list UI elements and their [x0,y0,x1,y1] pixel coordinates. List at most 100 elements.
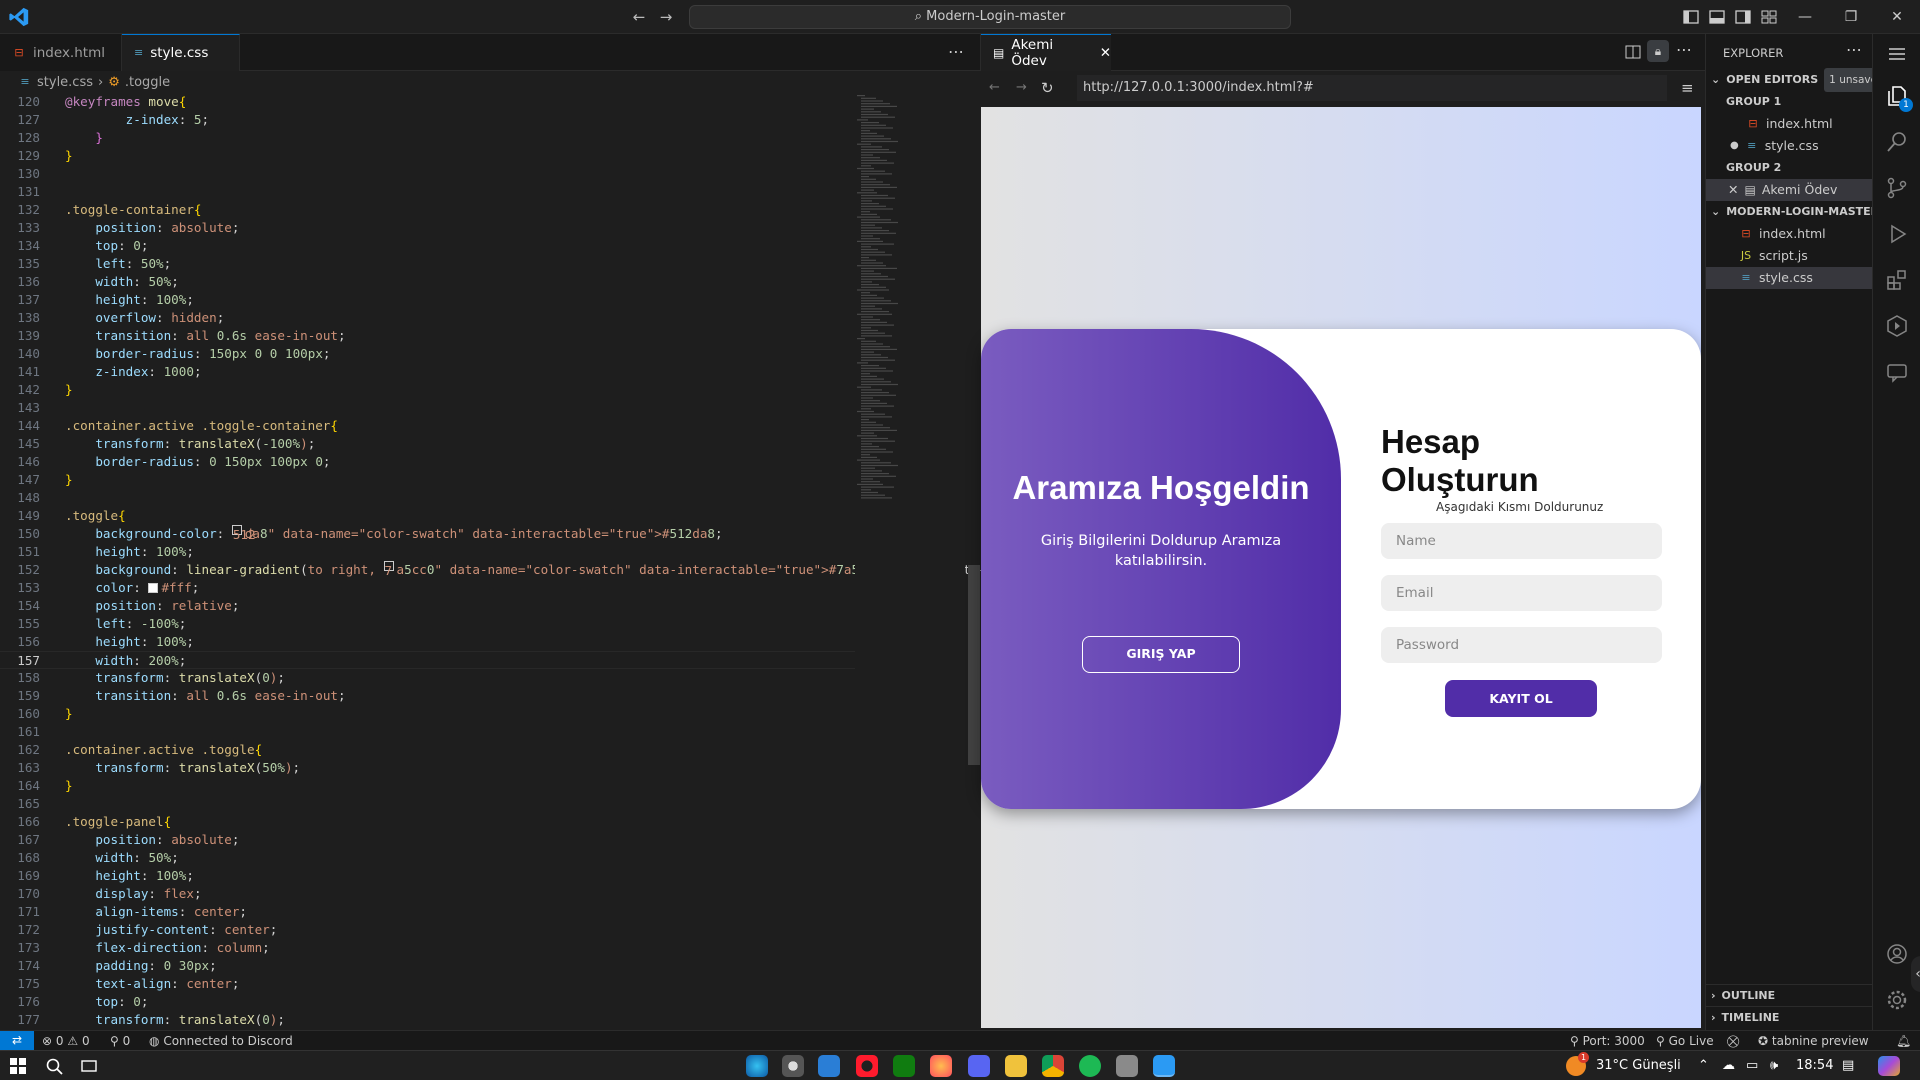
network-icon[interactable]: ▭ [1746,1051,1758,1080]
code-line[interactable]: 140 border-radius: 150px 0 0 100px; [0,345,855,363]
code-line[interactable]: 155 left: -100%; [0,615,855,633]
toggle-secondary-sidebar-icon[interactable] [1734,8,1752,26]
clock[interactable]: 18:54 [1796,1051,1833,1080]
code-line[interactable]: 174 padding: 0 30px; [0,957,855,975]
discord-icon[interactable] [968,1055,990,1077]
code-line[interactable]: 144 .container.active .toggle-container{ [0,417,855,435]
open-editor-index-html[interactable]: ⊟ index.html [1706,113,1873,135]
login-button[interactable]: GIRIŞ YAP [1082,636,1240,673]
run-debug-icon[interactable] [1885,222,1909,246]
code-line[interactable]: 165 [0,795,855,813]
code-line[interactable]: 164} [0,777,855,795]
chrome-icon[interactable] [1042,1055,1064,1077]
minimize-button[interactable]: — [1782,0,1828,34]
code-line[interactable]: 154 position: relative; [0,597,855,615]
tab-index-html[interactable]: ⊟ index.html [0,34,122,71]
copilot-icon[interactable]: ⛒ [1727,1031,1739,1051]
code-line[interactable]: 149 .toggle{ [0,507,855,525]
chat-icon[interactable] [1885,360,1909,384]
command-center-search[interactable]: ⌕ Modern-Login-master [689,5,1291,29]
code-line[interactable]: 133 position: absolute; [0,219,855,237]
chevron-left-icon[interactable]: ‹ [1911,956,1920,992]
remote-indicator-icon[interactable]: ⇄ [0,1031,34,1051]
xbox-icon[interactable] [893,1055,915,1077]
more-actions-icon[interactable]: ⋯ [948,42,964,61]
port-status[interactable]: ⚲ Port: 3000 [1570,1031,1645,1051]
menu-icon[interactable]: ≡ [1681,79,1694,97]
close-tab-icon[interactable]: ✕ [1100,45,1111,61]
code-line[interactable]: 162 .container.active .toggle{ [0,741,855,759]
code-line[interactable]: 169 height: 100%; [0,867,855,885]
mail-icon[interactable] [818,1055,840,1077]
code-line[interactable]: 136 width: 50%; [0,273,855,291]
chevron-up-icon[interactable]: ⌃ [1698,1051,1709,1080]
code-line[interactable]: 139 transition: all 0.6s ease-in-out; [0,327,855,345]
go-live-button[interactable]: ⚲ Go Live [1656,1031,1714,1051]
code-line[interactable]: 146 border-radius: 0 150px 100px 0; [0,453,855,471]
back-arrow-icon[interactable]: ← [630,8,648,26]
more-actions-icon[interactable]: ⋯ [1676,40,1692,59]
tabnine-status[interactable]: ✪ tabnine preview [1758,1031,1869,1051]
extensions-icon[interactable] [1885,268,1909,292]
volume-icon[interactable]: 🕪︎ [1770,1051,1778,1080]
opera-icon[interactable] [856,1055,878,1077]
edge-icon[interactable] [746,1055,768,1077]
spotify-icon[interactable] [1079,1055,1101,1077]
copilot-taskbar-icon[interactable] [1878,1056,1900,1076]
code-line[interactable]: 157 width: 200%; [0,651,855,669]
code-line[interactable]: 148 [0,489,855,507]
code-line[interactable]: 173 flex-direction: column; [0,939,855,957]
signup-button[interactable]: KAYIT OL [1445,680,1597,717]
code-line[interactable]: 141 z-index: 1000; [0,363,855,381]
open-editor-style-css[interactable]: ● ≡ style.css [1706,135,1873,157]
minimap[interactable] [855,93,965,1031]
code-line[interactable]: 135 left: 50%; [0,255,855,273]
file-style-css[interactable]: ≡ style.css [1706,267,1873,289]
code-line[interactable]: 153 color: #fff; [0,579,855,597]
tab-style-css[interactable]: ≡ style.css [122,34,240,71]
close-window-button[interactable]: ✕ [1874,0,1920,34]
code-line[interactable]: 156 height: 100%; [0,633,855,651]
tab-akemi-odev[interactable]: ▤ Akemi Ödev ✕ [981,34,1111,71]
ports-indicator[interactable]: ⚲ 0 [110,1031,130,1051]
problems-indicator[interactable]: ⊗ 0 ⚠ 0 [42,1031,90,1051]
task-view-icon[interactable] [80,1057,98,1075]
toggle-panel-icon[interactable] [1708,8,1726,26]
reload-icon[interactable]: ↻ [1041,79,1054,97]
code-line[interactable]: 129} [0,147,855,165]
lock-icon[interactable]: 🔒︎ [1647,40,1669,62]
restore-button[interactable]: ❐ [1828,0,1874,34]
code-line[interactable]: 151 height: 100%; [0,543,855,561]
code-line[interactable]: 171 align-items: center; [0,903,855,921]
group-2-label[interactable]: GROUP 2 [1706,157,1873,179]
file-index-html[interactable]: ⊟ index.html [1706,223,1873,245]
code-line[interactable]: 138 overflow: hidden; [0,309,855,327]
browser-forward-icon[interactable]: → [1016,80,1027,95]
open-editors-section[interactable]: ⌄ OPEN EDITORS 1 unsaved [1706,68,1889,92]
code-line[interactable]: 145 transform: translateX(-100%); [0,435,855,453]
menu-icon[interactable] [1885,42,1909,66]
code-line[interactable]: 167 position: absolute; [0,831,855,849]
customize-layout-icon[interactable] [1760,8,1778,26]
code-line[interactable]: 159 transition: all 0.6s ease-in-out; [0,687,855,705]
code-line[interactable]: 161 [0,723,855,741]
code-line[interactable]: 120 @keyframes move{ [0,93,855,111]
vscode-logo-icon[interactable] [8,6,30,28]
outline-section[interactable]: › OUTLINE [1706,984,1873,1006]
code-line[interactable]: 160} [0,705,855,723]
email-input[interactable]: Email [1381,575,1662,611]
timeline-section[interactable]: › TIMELINE [1706,1006,1873,1028]
code-line[interactable]: 176 top: 0; [0,993,855,1011]
code-line[interactable]: 152 background: linear-gradient(to right… [0,561,1395,579]
windows-start-icon[interactable] [10,1058,26,1074]
browser-back-icon[interactable]: ← [989,80,1000,95]
obs-icon[interactable] [782,1055,804,1077]
source-control-icon[interactable] [1885,176,1909,200]
code-line[interactable]: 170 display: flex; [0,885,855,903]
code-line[interactable]: 128 } [0,129,855,147]
code-line[interactable]: 168 width: 50%; [0,849,855,867]
file-script-js[interactable]: JS script.js [1706,245,1873,267]
remote-explorer-icon[interactable] [1885,314,1909,338]
more-actions-icon[interactable]: ⋯ [1846,40,1862,59]
toggle-primary-sidebar-icon[interactable] [1682,8,1700,26]
